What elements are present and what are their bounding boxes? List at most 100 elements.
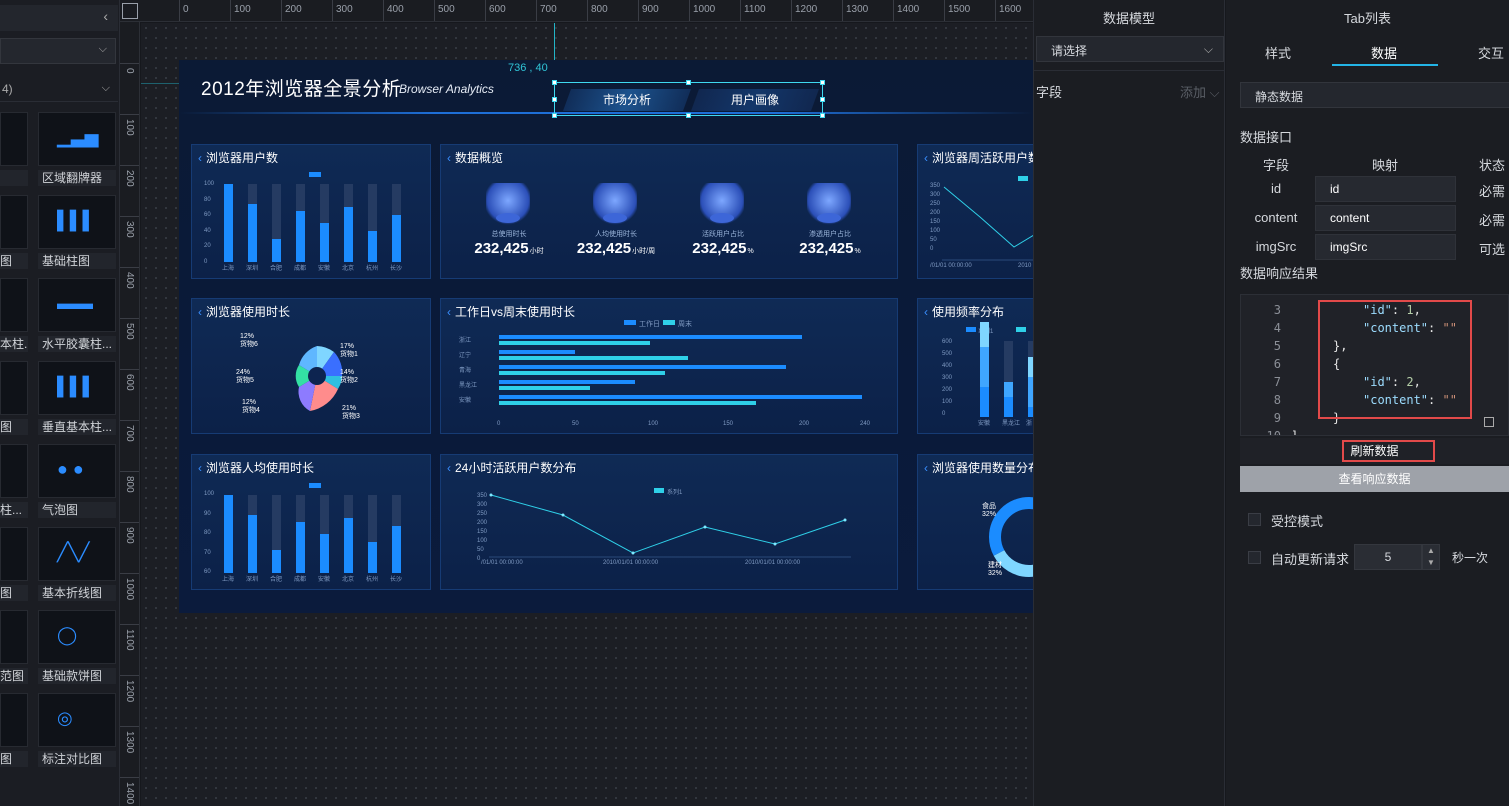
component-label: 图 — [0, 253, 28, 269]
bar — [224, 184, 233, 262]
component-item[interactable]: 本柱... — [0, 278, 28, 352]
x-tick-label: 2010 — [1018, 263, 1032, 269]
resize-handle[interactable] — [552, 113, 557, 118]
kpi-value: 232,425小时/周 — [576, 240, 656, 257]
component-label: 图 — [0, 585, 28, 601]
field-map-input[interactable]: content — [1315, 205, 1456, 231]
y-tick-label: 300 — [477, 502, 488, 508]
auto-update-checkbox[interactable] — [1248, 551, 1261, 564]
component-item[interactable]: ▌▌▌ 基础柱图 — [38, 195, 116, 269]
x-tick-label: 150 — [723, 421, 734, 427]
card-weekly-active[interactable]: 浏览器周活跃用户数 350 300 250 200 150 100 50 0/01/01 00… — [917, 144, 1033, 279]
card-browser-users[interactable]: 浏览器用户数 100 80 60 40 20 0 上海 深圳 合肥 成都 安徽 北京 杭州 长沙 — [191, 144, 431, 279]
ruler-tick: 700 — [536, 0, 557, 21]
tab-market[interactable]: 市场分析 — [562, 89, 692, 111]
card-usage-count[interactable]: 浏览器使用数量分布 食品32% 建材32% — [917, 454, 1033, 590]
y-tick-label: 200 — [930, 210, 941, 216]
field-map-input[interactable]: id — [1315, 176, 1456, 202]
resize-handle[interactable] — [820, 113, 825, 118]
ruler-tick: 1500 — [944, 0, 970, 21]
component-item[interactable]: ▌▌▌ 垂直基本柱... — [38, 361, 116, 435]
y-tick-label: 100 — [930, 228, 941, 234]
component-item[interactable]: 范图 — [0, 610, 28, 684]
component-label: 图 — [0, 751, 28, 767]
data-source-select[interactable]: 静态数据 — [1240, 82, 1509, 108]
model-select[interactable]: 请选择 ⌵ — [1036, 36, 1224, 62]
x-tick-label: 合肥 — [270, 266, 283, 272]
card-title: 数据概览 — [447, 149, 503, 166]
component-item[interactable]: ▬▬ 水平胶囊柱... — [38, 278, 116, 352]
component-thumbnail — [0, 693, 28, 747]
field-label: 字段 — [1036, 85, 1063, 100]
pie-label: 12% 货物4 — [242, 399, 260, 414]
x-tick-label: 成都 — [294, 577, 307, 583]
resize-handle[interactable] — [820, 97, 825, 102]
component-item[interactable]: ╱╲╱ 基本折线图 — [38, 527, 116, 601]
card-usage-frequency[interactable]: 使用频率分布 系列1 6005004003002001000安徽黑龙江浙 — [917, 298, 1033, 434]
ruler-tick: 400 — [120, 267, 139, 318]
tab-style[interactable]: 样式 — [1265, 43, 1291, 62]
chevron-down-icon[interactable]: ▼ — [1427, 558, 1435, 567]
card-workday-weekend[interactable]: 工作日vs周末使用时长 工作日 周末 浙江辽宁青海黑龙江安徽 0 50 100 150 2… — [440, 298, 898, 434]
y-tick-label: 0 — [930, 246, 934, 252]
line-number: 7 — [1273, 375, 1281, 389]
resize-handle[interactable] — [552, 80, 557, 85]
subcategory-select[interactable]: 4) ⌵ — [0, 76, 118, 102]
data-model-panel: 数据模型 请选择 ⌵ 字段 添加 ⌵ — [1033, 0, 1225, 806]
card-browser-duration[interactable]: 浏览器使用时长 12%货物6 17%货物1 24%货物5 14%货物2 12%货物4 21… — [191, 298, 431, 434]
component-item[interactable]: 柱... — [0, 444, 28, 518]
ruler-tick: 900 — [638, 0, 659, 21]
bar — [224, 495, 233, 573]
component-item[interactable]: 图 — [0, 195, 28, 269]
copy-icon[interactable] — [1484, 417, 1494, 427]
interval-stepper[interactable]: ▲ ▼ — [1422, 544, 1440, 570]
field-map-input[interactable]: imgSrc — [1315, 234, 1456, 260]
line-number: 4 — [1273, 321, 1281, 335]
controlled-mode-checkbox[interactable] — [1248, 513, 1261, 526]
tab-list-component[interactable]: 市场分析 用户画像 — [552, 80, 825, 118]
ruler-corner-icon[interactable] — [122, 3, 138, 19]
component-label: 标注对比图 — [38, 751, 116, 767]
tab-data[interactable]: 数据 — [1371, 43, 1397, 62]
card-24h-active[interactable]: 24小时活跃用户数分布 系列1 350300250200150100500/01… — [440, 454, 898, 590]
component-item[interactable]: ▁▃▅ 区域翻牌器 — [38, 112, 116, 186]
header-field: 字段 — [1263, 158, 1290, 173]
dashboard-title: 2012年浏览器全景分析 — [201, 79, 402, 100]
category-select[interactable]: ⌵ — [0, 38, 116, 64]
card-title: 浏览器使用时长 — [198, 303, 290, 320]
component-item[interactable]: ● ● 气泡图 — [38, 444, 116, 518]
y-tick-label: 安徽 — [459, 398, 472, 404]
tab-user-profile[interactable]: 用户画像 — [690, 89, 820, 111]
resize-handle[interactable] — [820, 80, 825, 85]
add-field-button[interactable]: 添加 ⌵ — [1180, 82, 1220, 101]
ruler-left: 0 100 200 300 400 500 600 700 800 900 1000 1100 1200… — [120, 22, 140, 806]
resize-handle[interactable] — [686, 113, 691, 118]
ruler-tick: 1000 — [689, 0, 715, 21]
interval-input[interactable]: 5 — [1354, 544, 1422, 570]
chevron-up-icon[interactable]: ▲ — [1427, 546, 1435, 555]
bar — [272, 549, 281, 573]
card-data-overview[interactable]: 数据概览 总使用时长 232,425小时 人均使用时长 232,425小时/周 活跃用户… — [440, 144, 898, 279]
component-item[interactable]: 图 — [0, 693, 28, 767]
component-item[interactable]: ◯ 基础款饼图 — [38, 610, 116, 684]
view-response-button[interactable]: 查看响应数据 — [1240, 466, 1509, 492]
component-item[interactable]: ◎ 标注对比图 — [38, 693, 116, 767]
ruler-tick: 0 — [179, 0, 189, 21]
component-item[interactable] — [0, 112, 28, 186]
component-item[interactable]: 图 — [0, 527, 28, 601]
dashboard-preview[interactable]: 2012年浏览器全景分析 Browser Analytics 市场分析 用户画像… — [179, 60, 1033, 613]
tab-interaction[interactable]: 交互 — [1478, 43, 1504, 62]
bar-segment — [1004, 397, 1013, 417]
resize-handle[interactable] — [686, 80, 691, 85]
component-thumbnail: ▌▌▌ — [38, 361, 116, 415]
component-thumbnail: ● ● — [38, 444, 116, 498]
component-label: 图 — [0, 419, 28, 435]
resize-handle[interactable] — [552, 97, 557, 102]
ruler-top: 0 100 200 300 400 500 600 700 800 900 1000 1100 1200… — [120, 0, 1033, 22]
collapse-left-icon[interactable]: ‹ — [103, 8, 108, 24]
card-title: 浏览器周活跃用户数 — [924, 149, 1033, 166]
y-tick-label: 80 — [204, 196, 211, 203]
x-tick-label: 240 — [860, 421, 871, 427]
component-item[interactable]: 图 — [0, 361, 28, 435]
card-avg-duration[interactable]: 浏览器人均使用时长 100 90 80 70 60 上海 深圳 合肥 成都 安徽 北京 杭州 长沙 — [191, 454, 431, 590]
